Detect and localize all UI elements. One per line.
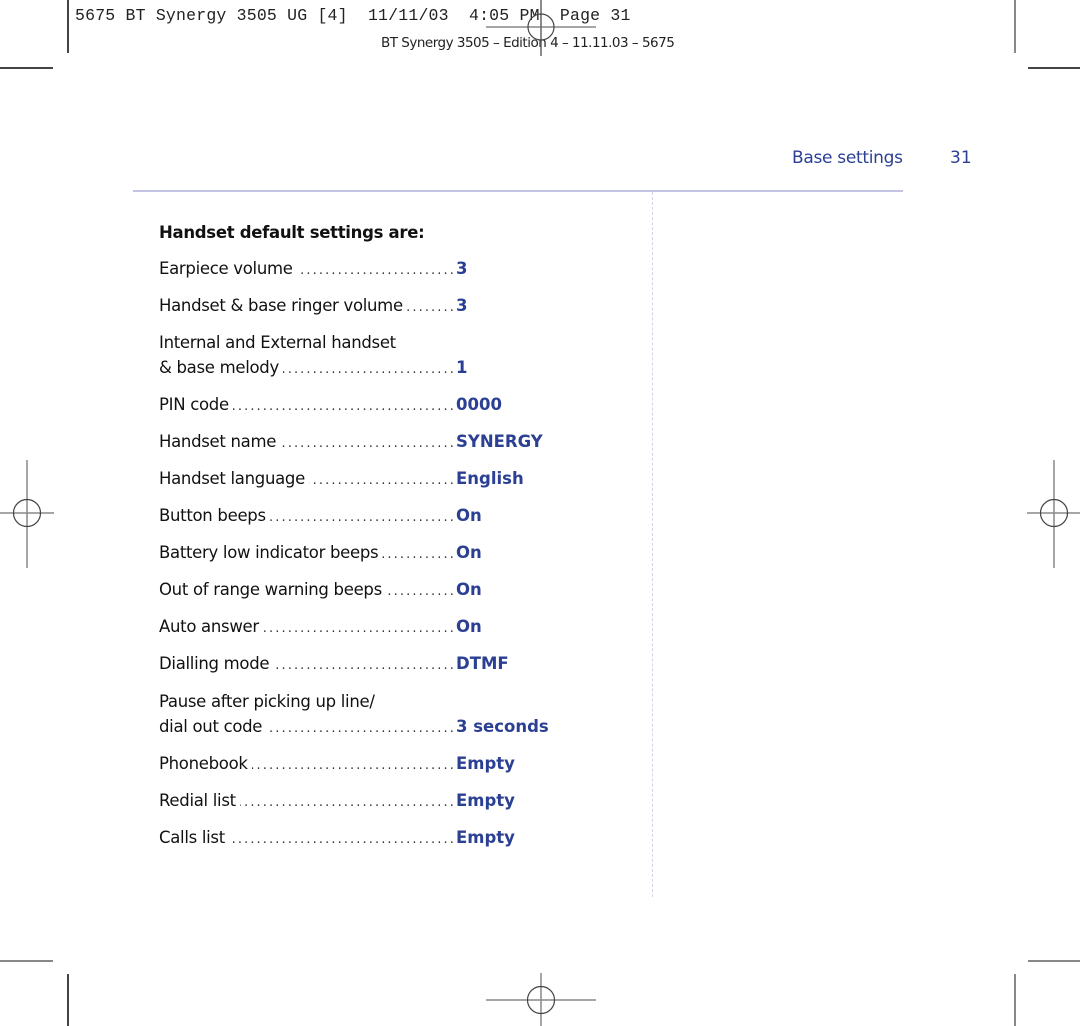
dot-leader: ........................................… xyxy=(269,510,456,525)
setting-value: DTMF xyxy=(456,654,509,673)
dot-leader: ........................................… xyxy=(252,758,456,773)
setting-value: English xyxy=(456,469,524,488)
setting-label: Out of range warning beeps xyxy=(159,580,382,599)
setting-label: PIN code xyxy=(159,395,229,414)
crop-mark-bottom-right-vertical xyxy=(1014,974,1016,1026)
dot-leader: ........................................… xyxy=(280,436,456,451)
setting-value: 3 seconds xyxy=(456,717,549,736)
setting-label: Handset & base ringer volume xyxy=(159,296,403,315)
dot-leader: ........................................… xyxy=(262,621,456,636)
setting-label: Earpiece volume xyxy=(159,259,293,278)
setting-value: SYNERGY xyxy=(456,432,543,451)
setting-label: dial out code xyxy=(159,717,263,736)
setting-value: Empty xyxy=(456,828,515,847)
setting-label-line1: Internal and External handset xyxy=(159,333,396,352)
setting-row: Earpiece volume.........................… xyxy=(159,259,559,284)
crop-mark-bottom-left-horizontal xyxy=(0,960,53,962)
registration-mark-left-icon xyxy=(0,460,54,568)
setting-row: Handset language........................… xyxy=(159,469,559,494)
registration-mark-bottom-icon xyxy=(486,973,596,1026)
crop-mark-top-left-horizontal xyxy=(0,67,53,69)
setting-row: Out of range warning beeps..............… xyxy=(159,580,559,605)
setting-row: Internal and External handset & base melo… xyxy=(159,333,559,383)
dot-leader: ........................................… xyxy=(233,399,456,414)
setting-row: Auto answer.............................… xyxy=(159,617,559,642)
setting-label: Dialling mode xyxy=(159,654,270,673)
registration-mark-top-icon xyxy=(486,0,596,56)
setting-label: Redial list xyxy=(159,791,236,810)
dot-leader: ........................................… xyxy=(386,584,456,599)
setting-value: On xyxy=(456,506,482,525)
setting-value: 3 xyxy=(456,296,468,315)
setting-label: Calls list xyxy=(159,828,225,847)
setting-value: Empty xyxy=(456,754,515,773)
setting-label: Handset language xyxy=(159,469,305,488)
header-rule xyxy=(133,190,903,192)
setting-row: Handset name............................… xyxy=(159,432,559,457)
dot-leader: ........................................… xyxy=(228,832,456,847)
dot-leader: ........................................… xyxy=(382,547,456,562)
setting-value: On xyxy=(456,617,482,636)
setting-value: 1 xyxy=(456,358,468,377)
setting-value: On xyxy=(456,543,482,562)
setting-row: Dialling mode...........................… xyxy=(159,654,559,679)
setting-label: Phonebook xyxy=(159,754,248,773)
setting-label: Button beeps xyxy=(159,506,266,525)
dot-leader: ........................................… xyxy=(239,795,456,810)
crop-mark-bottom-left-vertical xyxy=(67,974,69,1026)
section-title: Base settings xyxy=(792,148,903,168)
setting-row: Calls list..............................… xyxy=(159,828,559,853)
setting-row: Redial list.............................… xyxy=(159,791,559,816)
setting-label: Battery low indicator beeps xyxy=(159,543,379,562)
setting-row: Button beeps............................… xyxy=(159,506,559,531)
setting-value: On xyxy=(456,580,482,599)
column-divider xyxy=(652,192,653,897)
setting-value: Empty xyxy=(456,791,515,810)
dot-leader: ........................................… xyxy=(273,658,456,673)
dot-leader: ........................................… xyxy=(309,473,456,488)
page-number: 31 xyxy=(950,148,972,168)
setting-row: Handset & base ringer volume............… xyxy=(159,296,559,321)
dot-leader: ........................................… xyxy=(283,362,456,377)
setting-label-line1: Pause after picking up line/ xyxy=(159,692,375,711)
setting-row: Pause after picking up line/dial out cod… xyxy=(159,692,559,742)
setting-label: Auto answer xyxy=(159,617,259,636)
crop-mark-top-right-vertical xyxy=(1014,0,1016,53)
setting-row: Phonebook...............................… xyxy=(159,754,559,779)
dot-leader: ........................................… xyxy=(297,263,456,278)
setting-value: 3 xyxy=(456,259,468,278)
dot-leader: ........................................… xyxy=(407,300,456,315)
crop-mark-bottom-right-horizontal xyxy=(1028,960,1080,962)
crop-mark-top-right-horizontal xyxy=(1028,67,1080,69)
settings-heading: Handset default settings are: xyxy=(159,223,425,242)
setting-label: & base melody xyxy=(159,358,279,377)
setting-label: Handset name xyxy=(159,432,277,451)
crop-mark-top-left-vertical xyxy=(67,0,69,53)
setting-row: PIN code................................… xyxy=(159,395,559,420)
setting-row: Battery low indicator beeps.............… xyxy=(159,543,559,568)
registration-mark-right-icon xyxy=(1027,460,1080,568)
setting-value: 0000 xyxy=(456,395,502,414)
dot-leader: ........................................… xyxy=(266,721,456,736)
